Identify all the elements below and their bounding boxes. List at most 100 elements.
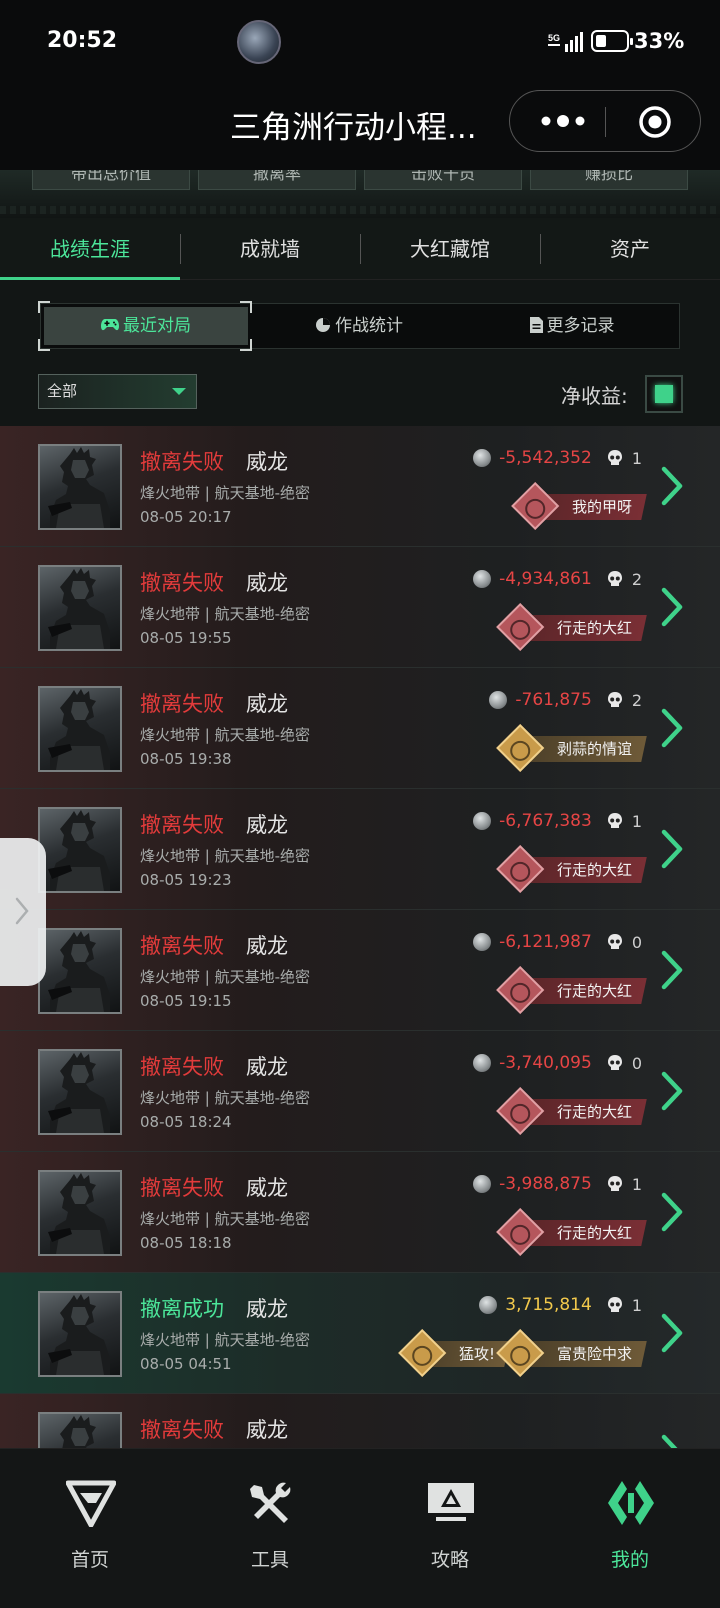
badge-group: 猛攻! 富贵险中求 xyxy=(398,1328,647,1378)
tab-assets[interactable]: 资产 xyxy=(540,218,720,280)
match-row[interactable]: 撤离失败 威龙 xyxy=(0,1394,720,1448)
operator-silhouette-icon xyxy=(48,1294,110,1375)
operator-name: 威龙 xyxy=(246,692,288,716)
subtab-combat-stats[interactable]: 作战统计 xyxy=(254,304,464,348)
extract-result: 撤离失败 xyxy=(140,692,224,716)
badge-emblem-icon xyxy=(496,844,545,894)
chevron-right-icon[interactable] xyxy=(660,708,684,748)
match-time: 08-05 19:55 xyxy=(140,629,232,647)
kill-count: 1 xyxy=(631,1295,642,1315)
badge-group: 我的甲呀 xyxy=(511,481,647,531)
notification-avatar-icon xyxy=(237,20,281,64)
match-row[interactable]: 撤离失败 威龙 烽火地带 | 航天基地-绝密 08-05 18:18 -3,98… xyxy=(0,1152,720,1274)
badge-label: 富贵险中求 xyxy=(556,1345,632,1363)
achievement-badge: 富贵险中求 xyxy=(496,1328,647,1378)
tab-career[interactable]: 战绩生涯 xyxy=(0,218,180,280)
badge-group: 行走的大红 xyxy=(496,965,647,1015)
chevron-right-icon xyxy=(15,897,29,925)
tab-red-collection[interactable]: 大红藏馆 xyxy=(360,218,540,280)
chevron-right-icon[interactable] xyxy=(660,587,684,627)
subtab-recent-matches[interactable]: 最近对局 xyxy=(44,307,248,345)
extract-result: 撤离失败 xyxy=(140,571,224,595)
app-title: 三角洲行动小程... xyxy=(230,110,477,146)
operator-silhouette-icon xyxy=(48,689,110,770)
side-drawer-handle[interactable] xyxy=(0,838,46,986)
bottom-nav: 首页 工具 攻略 我的 xyxy=(0,1448,720,1608)
badge-emblem-icon xyxy=(511,481,560,531)
kill-count: 0 xyxy=(631,1053,642,1073)
match-row[interactable]: 撤离失败 威龙 烽火地带 | 航天基地-绝密 08-05 19:55 -4,93… xyxy=(0,547,720,669)
operator-portrait xyxy=(38,565,122,651)
kill-count: 2 xyxy=(631,569,642,589)
chevron-right-icon[interactable] xyxy=(660,1071,684,1111)
skull-icon xyxy=(607,934,622,949)
net-income-toggle[interactable] xyxy=(645,375,683,413)
badge-label: 行走的大红 xyxy=(556,1224,632,1242)
badge-emblem-icon xyxy=(496,602,545,652)
badge-group: 行走的大红 xyxy=(496,1086,647,1136)
extract-result: 撤离失败 xyxy=(140,1055,224,1079)
map-mode: 烽火地带 | 航天基地-绝密 xyxy=(140,484,311,502)
profile-logo-icon xyxy=(608,1481,654,1525)
net-value: -3,988,875 xyxy=(499,1174,592,1194)
operator-name: 威龙 xyxy=(246,1297,288,1321)
operator-name: 威龙 xyxy=(246,1418,288,1442)
chevron-right-icon[interactable] xyxy=(660,950,684,990)
subtab-combat-label: 作战统计 xyxy=(335,316,403,336)
signal-label: 5G xyxy=(548,33,560,43)
operator-portrait xyxy=(38,807,122,893)
operator-portrait xyxy=(38,444,122,530)
home-logo-icon xyxy=(66,1480,116,1527)
tab-achievements[interactable]: 成就墙 xyxy=(180,218,360,280)
match-time: 08-05 19:23 xyxy=(140,871,232,889)
match-row[interactable]: 撤离失败 威龙 烽火地带 | 航天基地-绝密 08-05 20:17 -5,54… xyxy=(0,426,720,548)
chevron-right-icon[interactable] xyxy=(660,1192,684,1232)
mode-filter-dropdown[interactable]: 全部 xyxy=(38,374,197,409)
badge-group: 行走的大红 xyxy=(496,844,647,894)
value-group: -5,542,352 1 xyxy=(473,448,642,468)
document-icon xyxy=(529,317,543,333)
nav-home[interactable]: 首页 xyxy=(0,1449,180,1608)
net-value: -5,542,352 xyxy=(499,448,592,468)
chevron-right-icon[interactable] xyxy=(660,1434,684,1448)
value-group: -3,988,875 1 xyxy=(473,1174,642,1194)
tools-icon xyxy=(250,1482,291,1523)
match-time: 08-05 19:15 xyxy=(140,992,232,1010)
nav-profile-label: 我的 xyxy=(610,1549,649,1571)
stat-total-value-button[interactable]: 带出总价值 xyxy=(32,170,190,190)
coin-icon xyxy=(489,691,508,709)
match-row[interactable]: 撤离失败 威龙 烽火地带 | 航天基地-绝密 08-05 19:23 -6,76… xyxy=(0,789,720,911)
subtab-more-records[interactable]: 更多记录 xyxy=(467,304,677,348)
operator-name: 威龙 xyxy=(246,450,288,474)
close-miniprogram-icon[interactable] xyxy=(638,105,672,139)
stat-extract-rate-button[interactable]: 撤离率 xyxy=(198,170,356,190)
chevron-right-icon[interactable] xyxy=(660,829,684,869)
operator-name: 威龙 xyxy=(246,571,288,595)
stat-profit-ratio-button[interactable]: 赚损比 xyxy=(530,170,688,190)
match-row[interactable]: 撤离失败 威龙 烽火地带 | 航天基地-绝密 08-05 19:38 -761,… xyxy=(0,668,720,790)
chevron-right-icon[interactable] xyxy=(660,1313,684,1353)
match-time: 08-05 18:18 xyxy=(140,1234,232,1252)
value-group: -4,934,861 2 xyxy=(473,569,642,589)
map-mode: 烽火地带 | 航天基地-绝密 xyxy=(140,1210,311,1228)
badge-emblem-icon xyxy=(496,1207,545,1257)
match-row[interactable]: 撤离失败 威龙 烽火地带 | 航天基地-绝密 08-05 19:15 -6,12… xyxy=(0,910,720,1032)
operator-silhouette-icon xyxy=(48,568,110,649)
battery-icon xyxy=(591,30,633,52)
kill-count: 2 xyxy=(631,690,642,710)
more-options-icon[interactable] xyxy=(538,109,588,133)
badge-label: 行走的大红 xyxy=(556,619,632,637)
nav-tools[interactable]: 工具 xyxy=(180,1449,360,1608)
map-mode: 烽火地带 | 航天基地-绝密 xyxy=(140,605,311,623)
coin-icon xyxy=(473,933,492,951)
nav-guide[interactable]: 攻略 xyxy=(360,1449,540,1608)
achievement-badge: 行走的大红 xyxy=(496,965,647,1015)
operator-portrait xyxy=(38,928,122,1014)
chevron-right-icon[interactable] xyxy=(660,466,684,506)
extract-result: 撤离成功 xyxy=(140,1297,224,1321)
match-row[interactable]: 撤离失败 威龙 烽火地带 | 航天基地-绝密 08-05 18:24 -3,74… xyxy=(0,1031,720,1153)
extract-result: 撤离失败 xyxy=(140,450,224,474)
stat-kills-button[interactable]: 击败干员 xyxy=(364,170,522,190)
nav-profile[interactable]: 我的 xyxy=(540,1449,720,1608)
match-row[interactable]: 撤离成功 威龙 烽火地带 | 航天基地-绝密 08-05 04:51 3,715… xyxy=(0,1273,720,1395)
